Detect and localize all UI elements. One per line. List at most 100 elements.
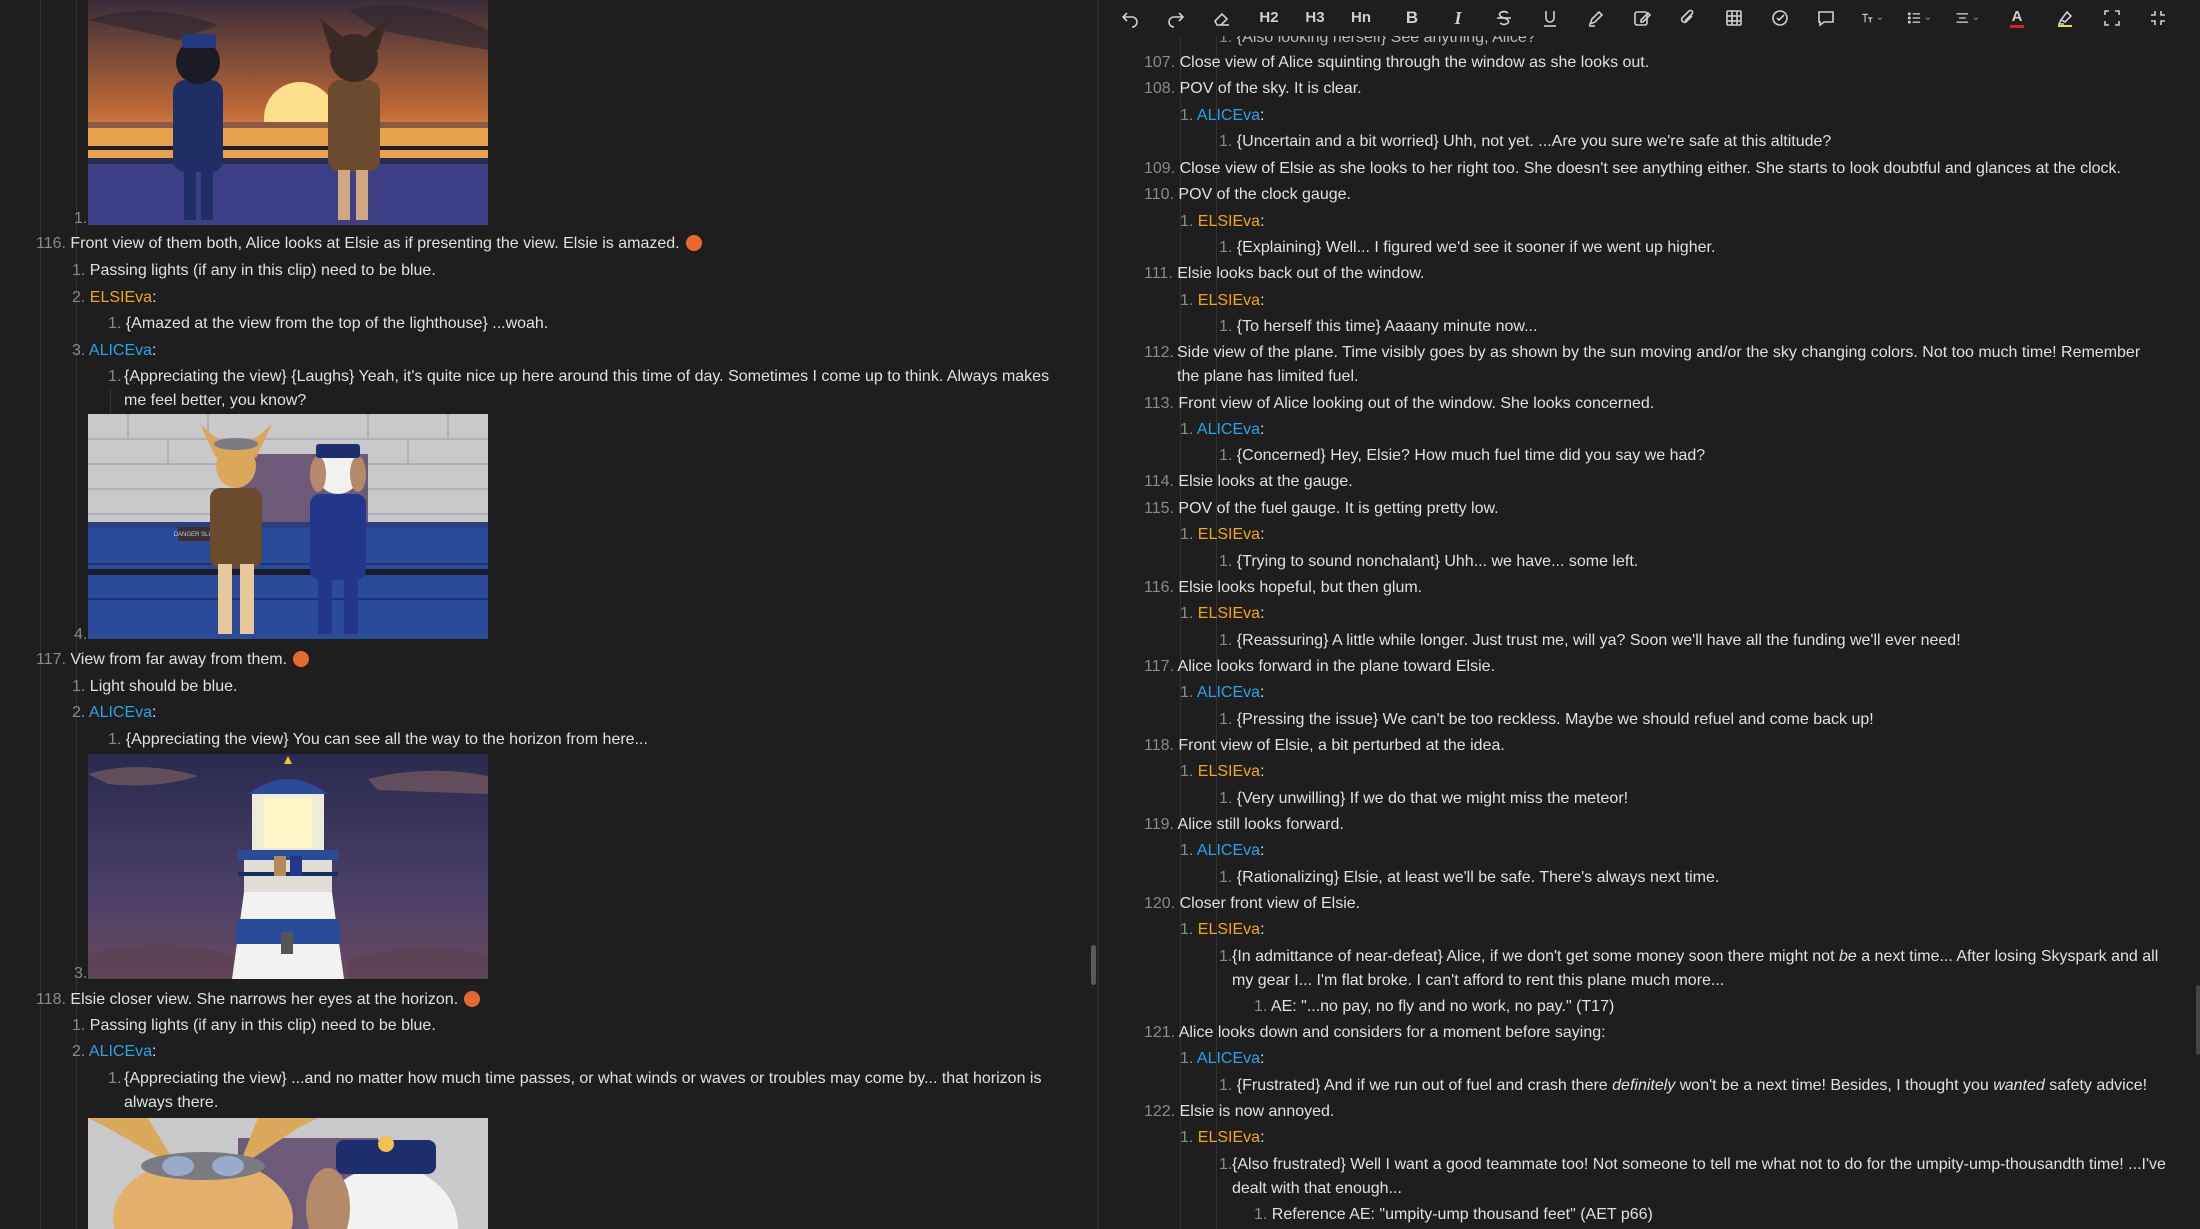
speaker-alice: ALICEva <box>88 342 153 359</box>
shot-entry-112[interactable]: 112. Side view of the plane. Time visibl… <box>1144 341 2164 389</box>
speaker-line[interactable]: 1. ALICEva: <box>1180 1047 1265 1071</box>
storyboard-image-deck[interactable]: DANGER SLIPPERY <box>88 414 488 639</box>
storyboard-image-lighthouse[interactable] <box>88 754 488 979</box>
fullscreen-icon[interactable] <box>2100 7 2124 29</box>
shot-entry-116[interactable]: 116. Elsie looks hopeful, but then glum. <box>1144 576 1422 600</box>
dialogue-line[interactable]: 1. {Appreciating the view} You can see a… <box>108 728 648 752</box>
speaker-line[interactable]: 1. ELSIEva: <box>1180 760 1265 784</box>
undo-icon[interactable] <box>1118 7 1142 29</box>
speaker-line[interactable]: 1. ELSIEva: <box>1180 1126 1265 1150</box>
shot-entry-121[interactable]: 121. Alice looks down and considers for … <box>1144 1021 1606 1045</box>
shot-entry-117[interactable]: 117. Alice looks forward in the plane to… <box>1144 655 1495 679</box>
heading-n-icon[interactable]: Hn <box>1346 7 1376 29</box>
highlight-icon[interactable] <box>2052 7 2078 29</box>
shot-entry-109[interactable]: 109. Close view of Elsie as she looks to… <box>1144 157 2121 181</box>
dialogue-line[interactable]: 1. {Pressing the issue} We can't be too … <box>1219 708 1874 732</box>
dialogue-line[interactable]: 1. {Appreciating the view} ...and no mat… <box>108 1067 1053 1115</box>
dialogue-line[interactable]: 1. {To herself this time} Aaaany minute … <box>1219 315 1537 339</box>
speaker-line[interactable]: 2. ELSIEva: <box>72 286 157 310</box>
shrink-icon[interactable] <box>2146 7 2170 29</box>
dialogue-line[interactable]: 1. {Concerned} Hey, Elsie? How much fuel… <box>1219 444 1705 468</box>
heading2-icon[interactable]: H2 <box>1254 7 1284 29</box>
speaker-line[interactable]: 3. ALICEva: <box>72 339 157 363</box>
pen-icon[interactable] <box>1584 7 1608 29</box>
speaker-line[interactable]: 1. ALICEva: <box>1180 839 1265 863</box>
entry-text: Alice looks down and considers for a mom… <box>1178 1024 1606 1041</box>
pane-divider[interactable] <box>1097 0 1099 1229</box>
reference-line[interactable]: 1. AE: "...no pay, no fly and no work, n… <box>1254 995 1614 1019</box>
bulleted-list-icon[interactable]: ⌄ <box>1906 7 1932 29</box>
speaker-alice: ALICEva <box>88 704 153 721</box>
checkbox-icon[interactable] <box>1768 7 1792 29</box>
comment-icon[interactable] <box>1814 7 1838 29</box>
shot-entry-108[interactable]: 108. POV of the sky. It is clear. <box>1144 77 1362 101</box>
storyboard-image-closeup[interactable] <box>88 1118 488 1229</box>
dialogue-line[interactable]: 1. {In admittance of near-defeat} Alice,… <box>1219 945 2179 993</box>
text-color-icon[interactable]: A <box>2004 7 2030 29</box>
entry-number: 108. <box>1144 80 1176 97</box>
scrollbar[interactable] <box>2196 985 2200 1055</box>
speaker-line[interactable]: 1. ELSIEva: <box>1180 289 1265 313</box>
shot-entry-107[interactable]: 107. Close view of Alice squinting throu… <box>1144 51 1649 75</box>
dialogue-line[interactable]: 1. {Reassuring} A little while longer. J… <box>1219 629 1961 653</box>
dialogue-line[interactable]: 1. {Rationalizing} Elsie, at least we'll… <box>1219 866 1719 890</box>
speaker-line[interactable]: 1. ALICEva: <box>1180 681 1265 705</box>
dialogue-line[interactable]: 1. {Trying to sound nonchalant} Uhh... w… <box>1219 550 1638 574</box>
italic-icon[interactable]: I <box>1446 7 1470 29</box>
pane-resize-handle[interactable] <box>1091 945 1096 985</box>
eraser-icon[interactable] <box>1210 7 1234 29</box>
dialogue-text: {Uncertain and a bit worried} Uhh, not y… <box>1236 133 1832 150</box>
entry-number: 113. <box>1144 395 1174 412</box>
heading3-icon[interactable]: H3 <box>1300 7 1330 29</box>
speaker-line[interactable]: 1. ELSIEva: <box>1180 210 1265 234</box>
speaker-line[interactable]: 2. ALICEva: <box>72 701 157 725</box>
speaker-line[interactable]: 1. ELSIEva: <box>1180 918 1265 942</box>
emphasis-text: wanted <box>1993 1077 2045 1094</box>
shot-entry-115[interactable]: 115. POV of the fuel gauge. It is gettin… <box>1144 497 1499 521</box>
list-item[interactable]: 1. Passing lights (if any in this clip) … <box>72 259 436 283</box>
list-number: 1. <box>1219 948 1233 965</box>
reference-line[interactable]: 1. Reference AE: "umpity-ump thousand fe… <box>1254 1203 1653 1227</box>
shot-entry-118[interactable]: 118. Elsie closer view. She narrows her … <box>36 988 481 1012</box>
attachment-icon[interactable] <box>1676 7 1700 29</box>
table-icon[interactable] <box>1722 7 1746 29</box>
list-item[interactable]: 1. Passing lights (if any in this clip) … <box>72 1014 436 1038</box>
speaker-line[interactable]: 1. ALICEva: <box>1180 104 1265 128</box>
dialogue-line[interactable]: 1. {Very unwilling} If we do that we mig… <box>1219 787 1628 811</box>
storyboard-image-sunset[interactable] <box>88 0 488 225</box>
bold-icon[interactable]: B <box>1400 7 1424 29</box>
dialogue-line[interactable]: 1. {Uncertain and a bit worried} Uhh, no… <box>1219 130 1831 154</box>
speaker-line[interactable]: 2. ALICEva: <box>72 1040 157 1064</box>
shot-entry-119[interactable]: 119. Alice still looks forward. <box>1144 813 1344 837</box>
entry-number: 122. <box>1144 1103 1176 1120</box>
align-icon[interactable]: ⌄ <box>1954 7 1980 29</box>
list-number: 1. <box>1180 526 1194 543</box>
shot-entry-116[interactable]: 116. Front view of them both, Alice look… <box>36 232 702 256</box>
edit-note-icon[interactable] <box>1630 7 1654 29</box>
dialogue-line[interactable]: 1. {Amazed at the view from the top of t… <box>108 312 548 336</box>
shot-entry-111[interactable]: 111. Elsie looks back out of the window. <box>1144 262 1424 286</box>
shot-entry-118[interactable]: 118. Front view of Elsie, a bit perturbe… <box>1144 734 1505 758</box>
dialogue-line[interactable]: 1. {Also frustrated} Well I want a good … <box>1219 1153 2179 1201</box>
dialogue-line[interactable]: 1. {Appreciating the view} {Laughs} Yeah… <box>108 365 1053 413</box>
speaker-line[interactable]: 1. ELSIEva: <box>1180 523 1265 547</box>
left-editor-pane[interactable]: 1. 116. Front view of them both, Alice l… <box>0 0 1096 1229</box>
sunset-illustration <box>88 0 488 225</box>
shot-entry-122[interactable]: 122. Elsie is now annoyed. <box>1144 1100 1334 1124</box>
list-item[interactable]: 1. Light should be blue. <box>72 675 237 699</box>
shot-entry-114[interactable]: 114. Elsie looks at the gauge. <box>1144 470 1353 494</box>
shot-entry-120[interactable]: 120. Closer front view of Elsie. <box>1144 892 1360 916</box>
speaker-line[interactable]: 1. ALICEva: <box>1180 418 1265 442</box>
entry-text: Elsie looks hopeful, but then glum. <box>1178 579 1423 596</box>
text-size-icon[interactable]: ⌄ <box>1860 7 1884 29</box>
redo-icon[interactable] <box>1164 7 1188 29</box>
speaker-line[interactable]: 1. ELSIEva: <box>1180 602 1265 626</box>
shot-entry-113[interactable]: 113. Front view of Alice looking out of … <box>1144 392 1654 416</box>
dialogue-line[interactable]: 1. {Explaining} Well... I figured we'd s… <box>1219 236 1715 260</box>
shot-entry-117[interactable]: 117. View from far away from them. <box>36 648 310 672</box>
right-editor-pane[interactable]: 1. {Also looking herself} See anything, … <box>1100 0 2200 1229</box>
underline-icon[interactable] <box>1538 7 1562 29</box>
dialogue-line[interactable]: 1. {Frustrated} And if we run out of fue… <box>1219 1074 2147 1098</box>
strikethrough-icon[interactable] <box>1492 7 1516 29</box>
shot-entry-110[interactable]: 110. POV of the clock gauge. <box>1144 183 1351 207</box>
